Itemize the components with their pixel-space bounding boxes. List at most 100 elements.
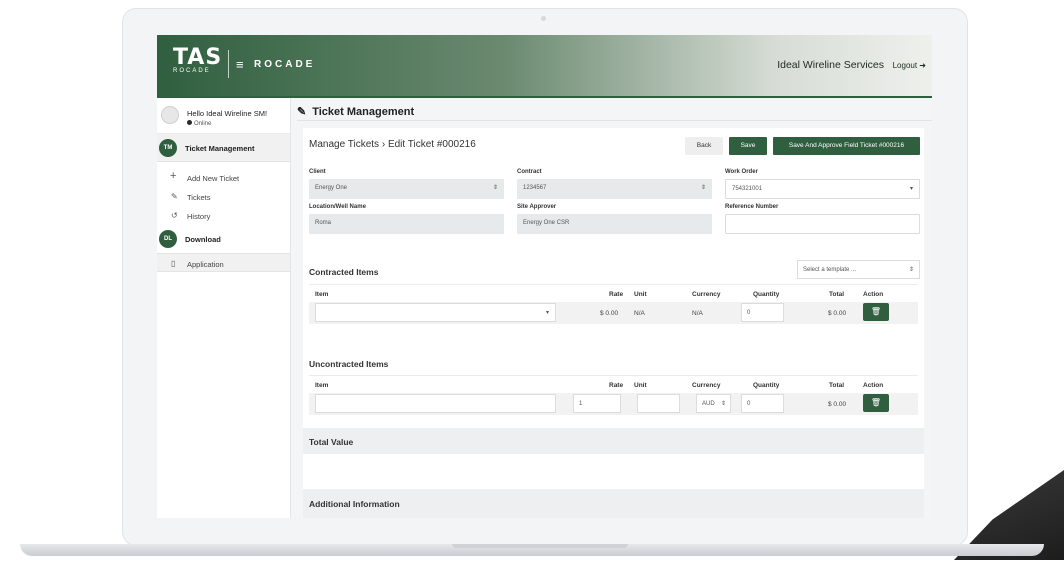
- page-title: ✎ Ticket Management: [297, 105, 414, 118]
- col-header-rate: Rate: [609, 382, 624, 389]
- reference-label: Reference Number: [725, 204, 779, 210]
- logo[interactable]: TAS ROCADE: [173, 45, 223, 75]
- logo-text: TAS: [173, 45, 223, 70]
- col-header-unit: Unit: [634, 291, 647, 298]
- site-approver-field[interactable]: Energy One CSR: [517, 214, 712, 234]
- sidebar-item-label: Ticket Management: [185, 144, 255, 153]
- client-select[interactable]: Energy One ⇕: [309, 179, 504, 199]
- unit-input[interactable]: [637, 394, 680, 413]
- top-bar: TAS ROCADE ≡ ROCADE Ideal Wireline Servi…: [157, 35, 932, 96]
- trash-icon: 🗑: [870, 307, 882, 316]
- mobile-icon: ▯: [171, 259, 176, 268]
- client-value: Energy One: [315, 185, 348, 191]
- delete-row-button[interactable]: 🗑: [863, 303, 889, 321]
- logout-icon: ➜: [919, 61, 926, 70]
- app-screen: TAS ROCADE ≡ ROCADE Ideal Wireline Servi…: [157, 35, 932, 518]
- col-header-action: Action: [863, 291, 884, 298]
- work-order-select[interactable]: 754321001 ▾: [725, 179, 920, 199]
- quantity-input[interactable]: 0: [741, 394, 784, 413]
- sidebar-item-tickets[interactable]: ✎ Tickets: [157, 187, 290, 206]
- reference-number-input[interactable]: [725, 214, 920, 234]
- user-panel: Hello Ideal Wireline SM! Online: [157, 98, 290, 134]
- col-header-item: Item: [315, 382, 329, 389]
- total-value-band: Total Value: [303, 428, 924, 454]
- logo-divider: [228, 50, 229, 78]
- sidebar-item-ticket-management[interactable]: TM Ticket Management: [157, 134, 290, 162]
- online-status: Online: [187, 120, 211, 127]
- sidebar-item-application[interactable]: ▯ Application: [157, 253, 290, 272]
- site-approver-value: Energy One CSR: [523, 220, 570, 226]
- col-header-quantity: Quantity: [753, 382, 780, 389]
- total-value-title: Total Value: [309, 437, 354, 447]
- unit-value: N/A: [634, 310, 645, 317]
- col-header-total: Total: [829, 291, 845, 298]
- additional-info-band: Additional Information: [303, 489, 924, 518]
- plus-icon: +: [170, 170, 177, 182]
- breadcrumb-parent[interactable]: Manage Tickets: [309, 139, 379, 150]
- currency-select[interactable]: AUD ⇕: [696, 394, 731, 413]
- logout-link[interactable]: Logout ➜: [893, 61, 926, 70]
- col-header-currency: Currency: [692, 382, 721, 389]
- ticket-form-card: Manage Tickets › Edit Ticket #000216 Bac…: [303, 128, 924, 518]
- save-button[interactable]: Save: [729, 137, 767, 155]
- site-approver-label: Site Approver: [517, 204, 557, 210]
- status-label: Online: [194, 121, 212, 127]
- rate-value: 1: [579, 401, 583, 407]
- sidebar-item-add-new-ticket[interactable]: + Add New Ticket: [157, 168, 290, 187]
- sidebar-item-label: Download: [185, 235, 221, 244]
- total-value: $ 0.00: [828, 401, 847, 408]
- webcam: [541, 16, 546, 21]
- sidebar-item-history[interactable]: ↺ History: [157, 206, 290, 225]
- sidebar-item-label: Tickets: [187, 193, 211, 202]
- item-select[interactable]: ▾: [315, 303, 556, 322]
- section-badge: DL: [159, 230, 177, 248]
- select-arrow-icon: ⇕: [700, 185, 706, 191]
- section-divider: [309, 375, 918, 376]
- title-divider: [297, 120, 932, 121]
- location-field[interactable]: Roma: [309, 214, 504, 234]
- total-value: $ 0.00: [828, 310, 847, 317]
- item-input[interactable]: [315, 394, 556, 413]
- delete-row-button[interactable]: 🗑: [863, 394, 889, 412]
- page-title-text: Ticket Management: [312, 106, 415, 118]
- sidebar-item-download[interactable]: DL Download: [157, 225, 290, 253]
- chevron-down-icon: ▾: [545, 310, 549, 316]
- template-placeholder: Select a template ...: [803, 267, 857, 273]
- chevron-down-icon: ▾: [909, 186, 913, 192]
- currency-value: AUD: [702, 401, 715, 407]
- sidebar-item-label: History: [187, 212, 211, 221]
- back-button[interactable]: Back: [685, 137, 723, 155]
- ticket-icon: ✎: [171, 192, 178, 201]
- save-and-approve-button[interactable]: Save And Approve Field Ticket #000216: [773, 137, 920, 155]
- breadcrumb-current: Edit Ticket #000216: [387, 139, 476, 150]
- laptop-notch: [452, 544, 628, 548]
- contract-label: Contract: [517, 169, 542, 175]
- contract-select[interactable]: 1234567 ⇕: [517, 179, 712, 199]
- work-order-label: Work Order: [725, 169, 758, 175]
- quantity-input[interactable]: 0: [741, 303, 784, 322]
- template-select[interactable]: Select a template ... ⇕: [797, 260, 920, 279]
- section-divider: [309, 284, 918, 285]
- sidebar-item-label: Add New Ticket: [187, 174, 240, 183]
- product-name: ROCADE: [254, 59, 316, 70]
- breadcrumb: Manage Tickets › Edit Ticket #000216: [309, 139, 476, 150]
- quantity-value: 0: [747, 310, 751, 316]
- contracted-items-title: Contracted Items: [309, 267, 379, 277]
- greeting: Hello Ideal Wireline SM!: [187, 109, 268, 118]
- hamburger-menu-icon[interactable]: ≡: [236, 57, 244, 72]
- rate-value: $ 0.00: [600, 310, 619, 317]
- ticket-icon: ✎: [297, 106, 307, 118]
- contract-value: 1234567: [523, 185, 547, 191]
- avatar: [161, 106, 179, 124]
- trash-icon: 🗑: [870, 398, 882, 407]
- location-value: Roma: [315, 220, 332, 226]
- status-dot-icon: [187, 120, 192, 125]
- breadcrumb-separator: ›: [381, 139, 386, 150]
- client-label: Client: [309, 169, 326, 175]
- sidebar-item-label: Application: [187, 260, 224, 269]
- col-header-rate: Rate: [609, 291, 624, 298]
- col-header-item: Item: [315, 291, 329, 298]
- select-arrow-icon: ⇕: [720, 401, 726, 407]
- rate-input[interactable]: 1: [573, 394, 621, 413]
- uncontracted-items-title: Uncontracted Items: [309, 359, 389, 369]
